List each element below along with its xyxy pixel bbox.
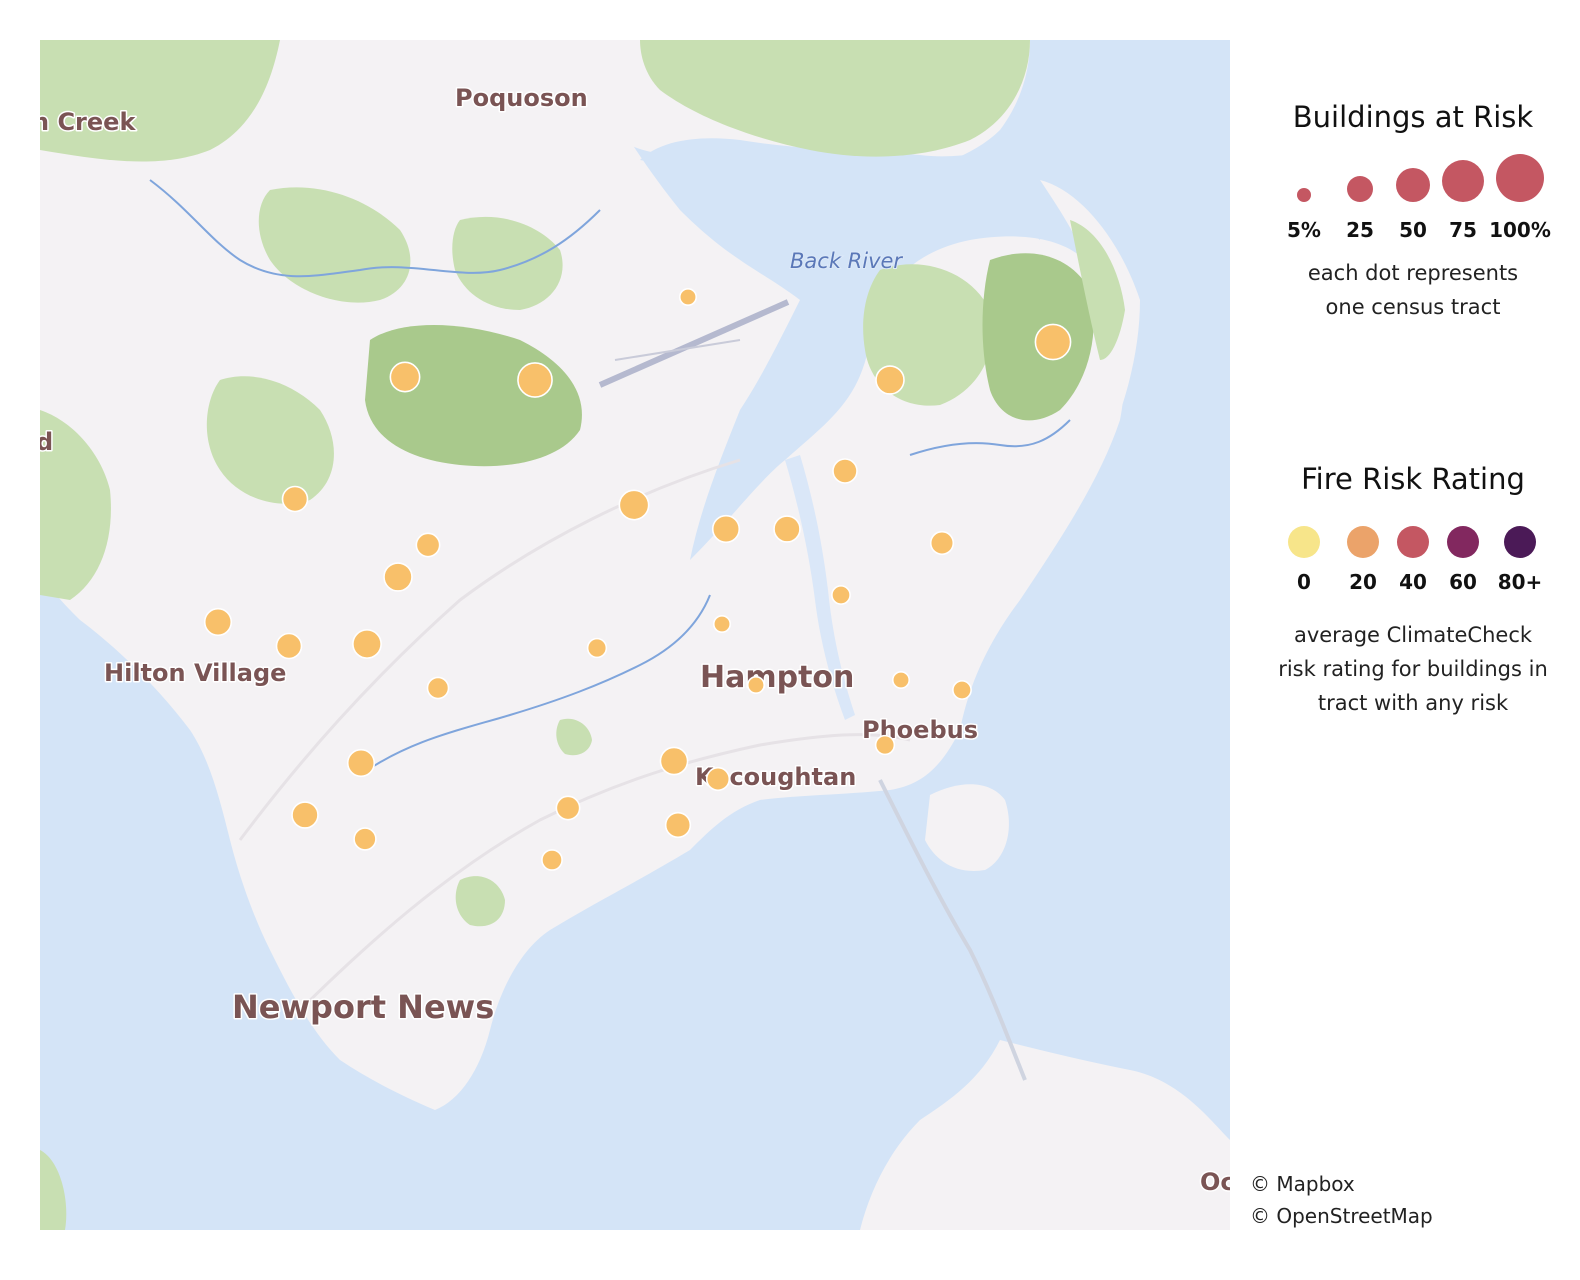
census-tract-dot-16[interactable]: [352, 629, 382, 659]
color-swatch-0: [1288, 526, 1320, 558]
census-tract-dot-13[interactable]: [929, 530, 955, 556]
census-tract-dot-17[interactable]: [831, 585, 851, 605]
census-tract-dot-9[interactable]: [773, 515, 801, 543]
size-legend-note: each dot represents one census tract: [1307, 261, 1519, 319]
map-canvas[interactable]: n Creek Poquoson Back River d Hilton Vil…: [40, 40, 1230, 1230]
creek-label: n Creek: [40, 108, 136, 136]
color-label-0: 0: [1297, 570, 1311, 594]
census-tract-dot-32[interactable]: [541, 849, 563, 871]
fire-risk-title: Fire Risk Rating: [1301, 462, 1525, 496]
edge-label-oc: Oc: [1200, 1168, 1230, 1196]
census-tract-dot-31[interactable]: [664, 811, 692, 839]
fire-risk-legend: Fire Risk Rating 0 20 40 60 80+ average Clim…: [1262, 462, 1564, 720]
census-tract-dot-10[interactable]: [832, 458, 858, 484]
census-tract-dot-28[interactable]: [555, 795, 581, 821]
map-view[interactable]: n Creek Poquoson Back River d Hilton Vil…: [40, 40, 1230, 1230]
size-label-75: 75: [1449, 218, 1477, 242]
back-river-label: Back River: [790, 249, 903, 273]
size-label-50: 50: [1399, 218, 1427, 242]
size-label-row: 5% 25 50 75 100%: [1262, 218, 1564, 248]
mapbox-attribution[interactable]: © Mapbox: [1250, 1168, 1433, 1200]
census-tract-dot-26[interactable]: [659, 746, 689, 776]
census-tract-dot-2[interactable]: [517, 362, 553, 398]
hampton-label: Hampton: [700, 660, 854, 695]
osm-attribution[interactable]: © OpenStreetMap: [1250, 1200, 1433, 1232]
buildings-at-risk-legend: Buildings at Risk 5% 25 50 75 100% each dot …: [1262, 100, 1564, 324]
size-swatch-row: [1262, 154, 1564, 218]
buildings-at-risk-title: Buildings at Risk: [1292, 100, 1534, 134]
census-tract-dot-25[interactable]: [346, 748, 376, 778]
size-swatch-5: [1297, 188, 1311, 202]
size-swatch-25: [1347, 176, 1373, 202]
color-swatch-80: [1504, 526, 1536, 558]
census-tract-dot-6[interactable]: [281, 485, 309, 513]
color-label-20: 20: [1349, 570, 1377, 594]
size-swatch-100: [1496, 154, 1544, 202]
census-tract-dot-5[interactable]: [1034, 323, 1072, 361]
color-swatch-40: [1397, 526, 1429, 558]
census-tract-dot-27[interactable]: [705, 766, 731, 792]
color-swatch-20: [1347, 526, 1379, 558]
census-tract-dot-4[interactable]: [875, 365, 905, 395]
census-tract-dot-8[interactable]: [711, 514, 741, 544]
census-tract-dot-11[interactable]: [415, 532, 441, 558]
color-label-40: 40: [1399, 570, 1427, 594]
size-label-5: 5%: [1287, 218, 1321, 242]
census-tract-dot-7[interactable]: [618, 489, 650, 521]
census-tract-dot-24[interactable]: [874, 734, 896, 756]
size-swatch-50: [1396, 168, 1430, 202]
color-legend-note: average ClimateCheck risk rating for bui…: [1278, 623, 1548, 715]
census-tract-dot-1[interactable]: [389, 361, 421, 393]
color-label-60: 60: [1449, 570, 1477, 594]
color-swatch-row: [1262, 524, 1564, 570]
census-tract-dot-14[interactable]: [203, 607, 233, 637]
census-tract-dot-15[interactable]: [275, 632, 303, 660]
census-tract-dot-22[interactable]: [952, 680, 972, 700]
census-tract-dot-29[interactable]: [291, 801, 319, 829]
poquoson-label: Poquoson: [455, 84, 588, 112]
census-tract-dot-20[interactable]: [426, 676, 450, 700]
color-label-row: 0 20 40 60 80+: [1262, 570, 1564, 600]
size-label-100: 100%: [1489, 218, 1551, 242]
census-tract-dot-12[interactable]: [383, 562, 413, 592]
census-tract-dot-21[interactable]: [891, 670, 911, 690]
size-label-25: 25: [1346, 218, 1374, 242]
color-swatch-60: [1447, 526, 1479, 558]
hilton-village-label: Hilton Village: [104, 659, 286, 687]
census-tract-dot-23[interactable]: [746, 675, 766, 695]
edge-label-d: d: [40, 428, 53, 456]
map-attribution: © Mapbox © OpenStreetMap: [1250, 1168, 1433, 1232]
census-tract-dot-30[interactable]: [353, 827, 377, 851]
newport-news-label: Newport News: [232, 988, 494, 1026]
census-tract-dot-3[interactable]: [678, 287, 698, 307]
census-tract-dot-18[interactable]: [712, 614, 732, 634]
size-swatch-75: [1442, 160, 1484, 202]
census-tract-dot-19[interactable]: [586, 637, 608, 659]
color-label-80: 80+: [1497, 570, 1543, 594]
